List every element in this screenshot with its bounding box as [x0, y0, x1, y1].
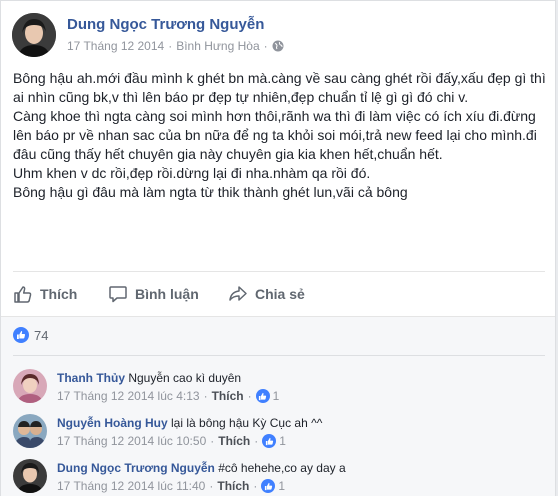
- comment-text: #cô hehehe,co ay day a: [218, 461, 346, 475]
- meta-separator: ·: [203, 389, 208, 403]
- reaction-count: 74: [34, 327, 49, 343]
- comment-like-button[interactable]: Thích: [218, 434, 250, 448]
- commenter-name[interactable]: Nguyễn Hoàng Huy: [57, 416, 168, 430]
- comment-time[interactable]: 17 Tháng 12 2014 lúc 10:50: [57, 434, 206, 448]
- commenter-avatar[interactable]: [13, 414, 47, 448]
- comment-body: Dung Ngọc Trương Nguyễn #cô hehehe,co ay…: [57, 461, 346, 475]
- like-reaction-icon: [261, 479, 276, 493]
- comment-time[interactable]: 17 Tháng 12 2014 lúc 4:13: [57, 389, 200, 403]
- comment-like-count[interactable]: 1: [261, 479, 285, 493]
- comment-item: Dung Ngọc Trương Nguyễn #cô hehehe,co ay…: [13, 459, 543, 496]
- post-paragraph: Uhm khen v dc rồi,đẹp rồi.dừng lại đi nh…: [13, 165, 371, 181]
- reaction-summary[interactable]: 74: [13, 327, 48, 343]
- comment-text: lại là bông hậu Kỳ Cục ah ^^: [171, 416, 323, 430]
- like-button[interactable]: Thích: [13, 284, 77, 304]
- comment-meta: 17 Tháng 12 2014 lúc 10:50 · Thích · 1: [57, 434, 286, 448]
- like-reaction-icon: [262, 434, 277, 448]
- share-button[interactable]: Chia sẻ: [228, 284, 305, 304]
- post-paragraph: Bông hậu gì đâu mà làm ngta từ thik thàn…: [13, 184, 408, 200]
- comment-meta: 17 Tháng 12 2014 lúc 4:13 · Thích · 1: [57, 389, 279, 403]
- comment-icon: [109, 286, 127, 303]
- like-button-label: Thích: [40, 286, 78, 302]
- comment-body: Thanh Thủy Nguyễn cao kì duyên: [57, 371, 241, 385]
- comment-time[interactable]: 17 Tháng 12 2014 lúc 11:40: [57, 479, 205, 493]
- like-count-value: 1: [278, 479, 286, 493]
- comment-item: Nguyễn Hoàng Huy lại là bông hậu Kỳ Cục …: [13, 414, 543, 454]
- comment-like-button[interactable]: Thích: [212, 389, 244, 403]
- commenter-avatar[interactable]: [13, 459, 47, 493]
- commenter-avatar[interactable]: [13, 369, 47, 403]
- meta-separator: ·: [254, 434, 259, 448]
- commenter-name[interactable]: Dung Ngọc Trương Nguyễn: [57, 461, 215, 475]
- post-location[interactable]: Bình Hưng Hòa: [176, 39, 259, 53]
- comment-text: Nguyễn cao kì duyên: [128, 371, 242, 385]
- author-name[interactable]: Dung Ngọc Trương Nguyễn: [67, 16, 264, 33]
- share-button-label: Chia sẻ: [255, 286, 305, 302]
- post-paragraph: Càng khoe thì ngta càng soi mình hơn thô…: [13, 108, 537, 162]
- divider: [13, 355, 545, 356]
- comment-like-button[interactable]: Thích: [217, 479, 249, 493]
- post-body: Bông hậu ah.mới đầu mình k ghét bn mà.cà…: [13, 69, 548, 202]
- post-card: Dung Ngọc Trương Nguyễn 17 Tháng 12 2014…: [0, 0, 556, 496]
- thumbs-up-icon: [14, 286, 32, 303]
- post-paragraph: Bông hậu ah.mới đầu mình k ghét bn mà.cà…: [13, 70, 546, 105]
- post-actions: Thích Bình luận Chia sẻ: [13, 271, 545, 316]
- post-header: Dung Ngọc Trương Nguyễn 17 Tháng 12 2014…: [12, 13, 542, 59]
- comment-meta: 17 Tháng 12 2014 lúc 11:40 · Thích · 1: [57, 479, 285, 493]
- meta-separator: ·: [253, 479, 258, 493]
- meta-separator: ·: [247, 389, 252, 403]
- comment-body: Nguyễn Hoàng Huy lại là bông hậu Kỳ Cục …: [57, 416, 322, 430]
- like-reaction-icon: [13, 327, 29, 343]
- post-date[interactable]: 17 Tháng 12 2014: [67, 39, 164, 53]
- comment-like-count[interactable]: 1: [262, 434, 286, 448]
- meta-separator: ·: [168, 39, 173, 53]
- commenter-name[interactable]: Thanh Thủy: [57, 371, 125, 385]
- author-avatar[interactable]: [12, 13, 56, 57]
- meta-separator: ·: [210, 434, 215, 448]
- like-count-value: 1: [279, 434, 286, 448]
- globe-icon[interactable]: [272, 40, 284, 52]
- comment-button[interactable]: Bình luận: [108, 284, 199, 304]
- meta-separator: ·: [263, 39, 268, 53]
- meta-separator: ·: [209, 479, 214, 493]
- share-icon: [229, 286, 247, 301]
- like-reaction-icon: [255, 389, 270, 403]
- comment-item: Thanh Thủy Nguyễn cao kì duyên 17 Tháng …: [13, 369, 543, 409]
- post-meta: 17 Tháng 12 2014 · Bình Hưng Hòa ·: [67, 39, 284, 53]
- comment-like-count[interactable]: 1: [255, 389, 280, 403]
- comment-button-label: Bình luận: [135, 286, 199, 302]
- comments-section: 74 Thanh Thủy Nguyễn cao kì duyên 17 Thá…: [1, 316, 555, 496]
- like-count-value: 1: [272, 389, 280, 403]
